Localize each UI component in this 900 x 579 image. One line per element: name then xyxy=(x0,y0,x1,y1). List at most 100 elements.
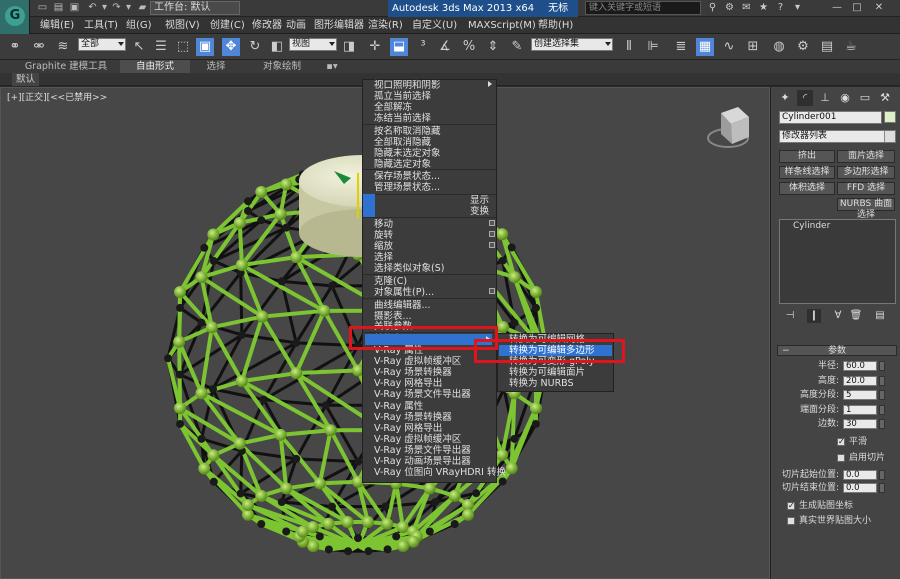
spinner-snap-icon[interactable]: ⇕ xyxy=(484,38,502,56)
menu-item-0[interactable]: 视口照明和阴影 xyxy=(374,80,441,91)
motion-tab-icon[interactable]: ◉ xyxy=(837,90,853,106)
redo-dropdown-icon[interactable]: ▾ xyxy=(122,2,135,14)
window-crossing-icon[interactable]: ▣ xyxy=(196,38,214,56)
menu-item-1[interactable]: 孤立当前选择 xyxy=(374,91,431,102)
pin-stack-icon[interactable]: ⊣ xyxy=(783,309,797,323)
menu-vray-5[interactable]: V-Ray 属性 xyxy=(374,401,423,412)
menu-vray-1[interactable]: V-Ray 虚拟帧缓冲区 xyxy=(374,356,461,367)
menu-vray-4[interactable]: V-Ray 场景文件导出器 xyxy=(374,389,471,400)
slice-on-checkbox[interactable] xyxy=(837,454,845,462)
open-file-icon[interactable]: ▤ xyxy=(52,2,65,14)
menu-item-2[interactable]: 全部解冻 xyxy=(374,102,412,113)
tab-object-paint[interactable]: 对象绘制 xyxy=(254,60,310,73)
mirror-icon[interactable]: ⫴ xyxy=(620,38,638,56)
param-input-3[interactable]: 1 xyxy=(843,405,877,415)
param-spinner-0[interactable] xyxy=(879,361,885,371)
menu-vray-7[interactable]: V-Ray 网格导出 xyxy=(374,423,442,434)
rect-selection-icon[interactable]: ⬚ xyxy=(174,38,192,56)
configure-modifier-sets-icon[interactable]: ▤ xyxy=(873,309,887,323)
ffd-select-button[interactable]: FFD 选择 xyxy=(837,182,895,195)
param-spinner-2[interactable] xyxy=(879,390,885,400)
menu-item-5[interactable]: 全部取消隐藏 xyxy=(374,137,431,148)
select-scale-icon[interactable]: ◧ xyxy=(268,38,286,56)
menu-create[interactable]: 创建(C) xyxy=(210,17,245,34)
menu-transform-0[interactable]: 移动 xyxy=(374,219,393,230)
stack-item-cylinder[interactable]: Cylinder xyxy=(783,221,892,232)
param-spinner-4[interactable] xyxy=(879,419,885,429)
modifier-stack[interactable]: Cylinder xyxy=(779,219,896,304)
submenu-item-4[interactable]: 转换为 NURBS xyxy=(509,378,574,389)
select-object-icon[interactable]: ↖ xyxy=(130,38,148,56)
param-input-2[interactable]: 5 xyxy=(843,390,877,400)
viewcube-icon[interactable] xyxy=(707,107,749,148)
subscription-icon[interactable]: ⚙ xyxy=(722,1,737,15)
snap-3d-icon[interactable]: ³ xyxy=(414,38,432,56)
curve-editor-icon[interactable]: ∿ xyxy=(720,38,738,56)
display-tab-icon[interactable]: ▭ xyxy=(857,90,873,106)
help-dropdown-icon[interactable]: ▾ xyxy=(790,1,805,15)
slice-to-spinner[interactable] xyxy=(879,483,885,493)
hierarchy-tab-icon[interactable]: ⊥ xyxy=(817,90,833,106)
favorites-icon[interactable]: ★ xyxy=(756,1,771,15)
menu-customize[interactable]: 自定义(U) xyxy=(412,17,457,34)
menu-maxscript[interactable]: MAXScript(M) xyxy=(468,17,536,34)
tab-freeform[interactable]: 自由形式 xyxy=(120,60,190,73)
parameters-rollout[interactable]: − 参数 xyxy=(777,345,897,356)
menu-item-9[interactable]: 管理场景状态... xyxy=(374,182,440,193)
workspace-dropdown[interactable]: 工作台: 默认 xyxy=(150,1,240,15)
slice-from-spinner[interactable] xyxy=(879,470,885,480)
menu-transform-4[interactable]: 选择类似对象(S) xyxy=(374,263,444,274)
tab-graphite-modeling[interactable]: Graphite 建模工具 xyxy=(20,60,112,73)
menu-vray-10[interactable]: V-Ray 动画场景导出器 xyxy=(374,456,471,467)
slice-to-input[interactable]: 0.0 xyxy=(843,483,877,493)
modifier-list-dropdown[interactable]: 修改器列表 xyxy=(779,130,896,143)
project-folder-icon[interactable]: ▰ xyxy=(136,2,149,14)
select-rotate-icon[interactable]: ↻ xyxy=(246,38,264,56)
menu-item-3[interactable]: 冻结当前选择 xyxy=(374,113,431,124)
new-file-icon[interactable]: ▭ xyxy=(36,2,49,14)
utilities-tab-icon[interactable]: ⚒ xyxy=(877,90,893,106)
search-icon[interactable]: ⚲ xyxy=(705,1,720,15)
application-menu-button[interactable]: G xyxy=(0,0,30,34)
object-color-swatch[interactable] xyxy=(884,111,896,123)
link-icon[interactable]: ⚭ xyxy=(6,38,24,56)
menu-group[interactable]: 组(G) xyxy=(126,17,152,34)
align-icon[interactable]: ⊫ xyxy=(644,38,662,56)
percent-snap-icon[interactable]: % xyxy=(460,38,478,56)
select-by-name-icon[interactable]: ☰ xyxy=(152,38,170,56)
param-spinner-3[interactable] xyxy=(879,405,885,415)
menu-transform-2[interactable]: 缩放 xyxy=(374,241,393,252)
modify-tab-icon[interactable]: ◜ xyxy=(797,90,813,106)
slice-from-input[interactable]: 0.0 xyxy=(843,470,877,480)
schematic-view-icon[interactable]: ⊞ xyxy=(744,38,762,56)
material-editor-icon[interactable]: ◍ xyxy=(770,38,788,56)
remove-modifier-icon[interactable]: 🗑 xyxy=(849,309,863,323)
param-input-1[interactable]: 20.0 xyxy=(843,376,877,386)
layer-manager-icon[interactable]: ≣ xyxy=(672,38,690,56)
save-file-icon[interactable]: ▣ xyxy=(68,2,81,14)
keyboard-shortcut-override-icon[interactable]: ⬓ xyxy=(390,38,408,56)
menu-help[interactable]: 帮助(H) xyxy=(538,17,573,34)
tab-selection[interactable]: 选择 xyxy=(196,60,236,73)
menu-item-6[interactable]: 隐藏未选定对象 xyxy=(374,148,441,159)
bind-spacewarp-icon[interactable]: ≋ xyxy=(54,38,72,56)
ribbon-default-label[interactable]: 默认 xyxy=(12,73,40,86)
menu-vray-3[interactable]: V-Ray 网格导出 xyxy=(374,378,442,389)
render-production-icon[interactable]: ☕ xyxy=(842,38,860,56)
create-tab-icon[interactable]: ✦ xyxy=(777,90,793,106)
pivot-center-icon[interactable]: ◨ xyxy=(340,38,358,56)
make-unique-icon[interactable]: ∀ xyxy=(831,309,845,323)
select-move-icon[interactable]: ✥ xyxy=(222,38,240,56)
ribbon-options-icon[interactable]: ▪▾ xyxy=(322,60,342,73)
selection-filter-dropdown[interactable]: 全部 xyxy=(78,38,126,51)
menu-tools[interactable]: 工具(T) xyxy=(84,17,118,34)
menu-vray-2[interactable]: V-Ray 场景转换器 xyxy=(374,367,452,378)
patch-select-button[interactable]: 面片选择 xyxy=(837,150,895,163)
menu-item-7[interactable]: 隐藏选定对象 xyxy=(374,159,431,170)
menu-vray-6[interactable]: V-Ray 场景转换器 xyxy=(374,412,452,423)
param-spinner-1[interactable] xyxy=(879,376,885,386)
menu-transform-1[interactable]: 旋转 xyxy=(374,230,393,241)
edit-named-selection-icon[interactable]: ✎ xyxy=(508,38,526,56)
real-world-map-checkbox[interactable] xyxy=(787,517,795,525)
menu-vray-11[interactable]: V-Ray 位图向 VRayHDRI 转换 xyxy=(374,467,506,478)
